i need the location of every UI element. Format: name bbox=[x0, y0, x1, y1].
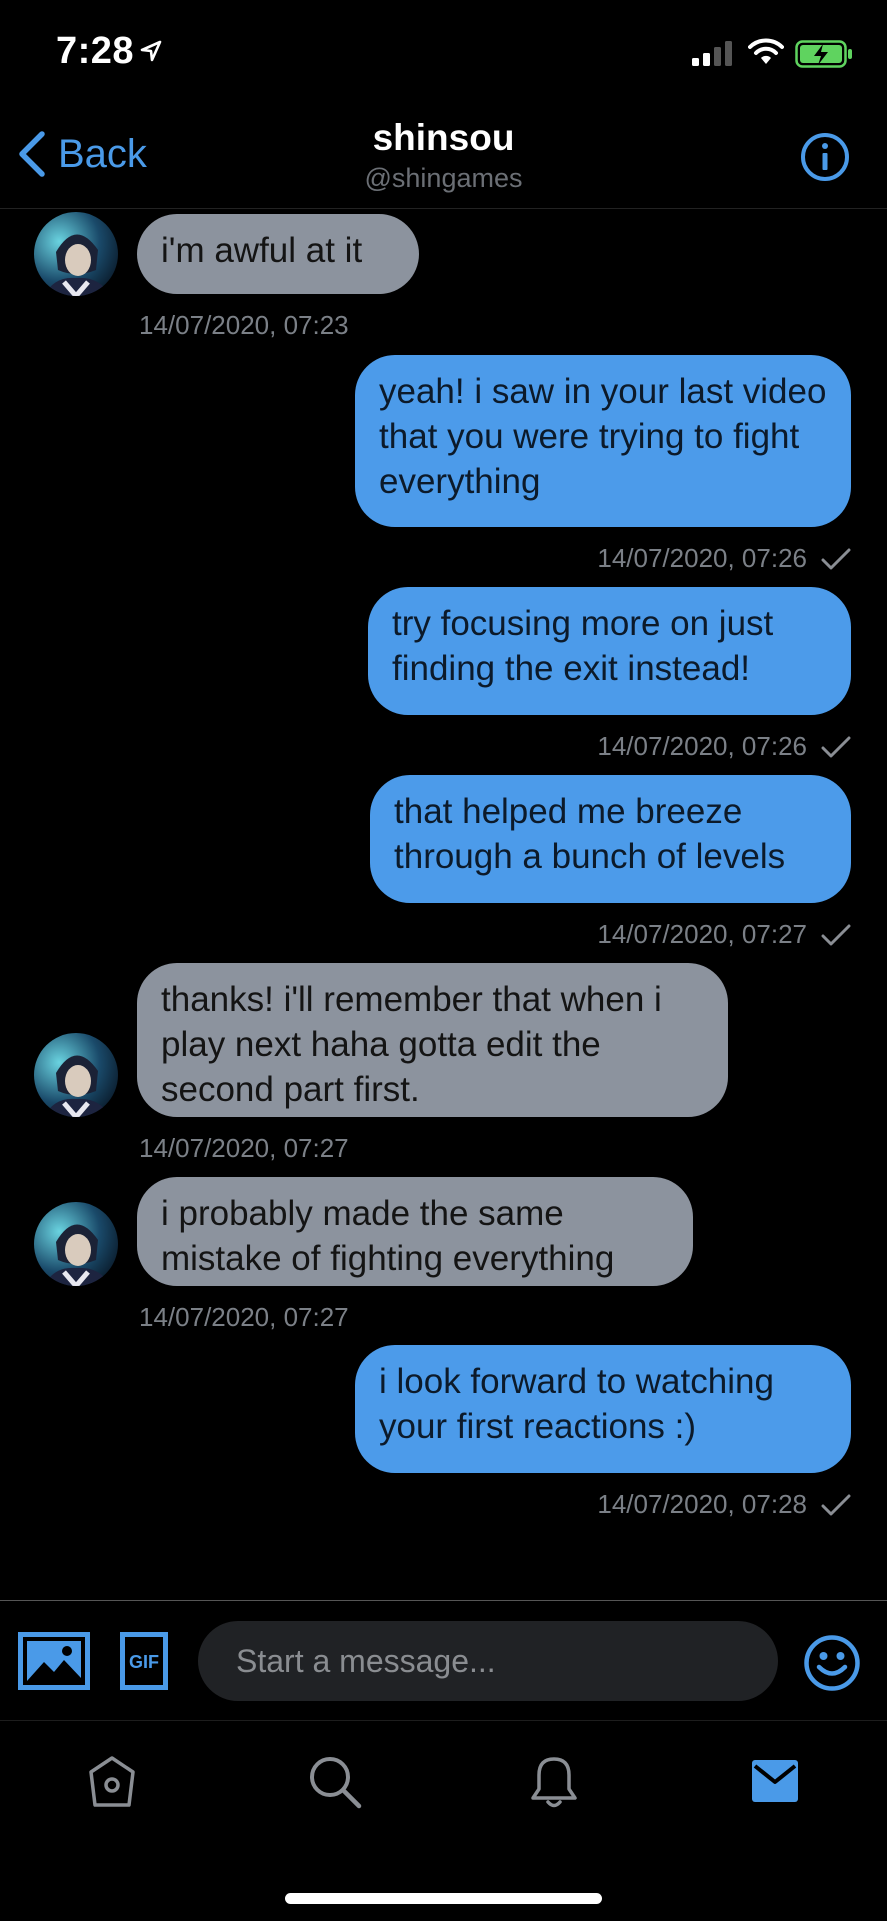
message-timestamp-row: 14/07/2020, 07:28 bbox=[597, 1489, 851, 1520]
checkmark-icon bbox=[821, 548, 851, 569]
message-timestamp: 14/07/2020, 07:26 bbox=[597, 731, 807, 761]
outgoing-message-bubble[interactable]: try focusing more on just finding the ex… bbox=[368, 587, 851, 715]
avatar[interactable] bbox=[34, 1202, 118, 1286]
message-timestamp: 14/07/2020, 07:27 bbox=[597, 919, 807, 949]
outgoing-message-bubble[interactable]: i look forward to watching your first re… bbox=[355, 1345, 851, 1473]
incoming-message-bubble[interactable]: thanks! i'll remember that when i play n… bbox=[137, 963, 728, 1117]
home-indicator[interactable] bbox=[285, 1893, 602, 1904]
search-icon[interactable] bbox=[308, 1755, 362, 1809]
message-timestamp-row: 14/07/2020, 07:26 bbox=[597, 731, 851, 762]
incoming-message-bubble[interactable]: i probably made the same mistake of figh… bbox=[137, 1177, 693, 1286]
avatar[interactable] bbox=[34, 1033, 118, 1117]
mail-icon[interactable] bbox=[752, 1760, 798, 1802]
message-timestamp: 14/07/2020, 07:27 bbox=[139, 1133, 349, 1163]
avatar[interactable] bbox=[34, 212, 118, 296]
message-timestamp: 14/07/2020, 07:26 bbox=[597, 543, 807, 573]
battery-charging-icon bbox=[795, 40, 852, 68]
emoji-icon[interactable] bbox=[803, 1634, 861, 1692]
wifi-icon bbox=[748, 38, 784, 64]
message-timestamp: 14/07/2020, 07:23 bbox=[139, 310, 349, 340]
checkmark-icon bbox=[821, 736, 851, 757]
avatar-image bbox=[34, 1202, 118, 1286]
message-timestamp-row: 14/07/2020, 07:27 bbox=[597, 919, 851, 950]
incoming-message-bubble[interactable]: i'm awful at it bbox=[137, 214, 419, 294]
message-input[interactable] bbox=[198, 1621, 778, 1701]
avatar-image bbox=[34, 212, 118, 296]
message-timestamp: 14/07/2020, 07:28 bbox=[597, 1489, 807, 1519]
info-icon[interactable] bbox=[799, 131, 851, 183]
status-time: 7:28 bbox=[56, 30, 135, 72]
conversation-handle: @shingames bbox=[364, 163, 523, 193]
home-icon[interactable] bbox=[87, 1755, 137, 1809]
message-timestamp-row: 14/07/2020, 07:26 bbox=[597, 543, 851, 574]
message-timestamp: 14/07/2020, 07:27 bbox=[139, 1302, 349, 1332]
avatar-image bbox=[34, 1033, 118, 1117]
gif-label: GIF bbox=[129, 1652, 159, 1672]
outgoing-message-bubble[interactable]: yeah! i saw in your last video that you … bbox=[355, 355, 851, 527]
outgoing-message-bubble[interactable]: that helped me breeze through a bunch of… bbox=[370, 775, 851, 903]
gif-icon[interactable]: GIF bbox=[120, 1632, 168, 1690]
checkmark-icon bbox=[821, 924, 851, 945]
location-arrow-icon bbox=[140, 40, 162, 62]
cellular-signal-icon bbox=[692, 41, 732, 66]
bell-icon[interactable] bbox=[530, 1755, 578, 1809]
image-icon[interactable] bbox=[18, 1632, 90, 1690]
checkmark-icon bbox=[821, 1494, 851, 1515]
conversation-title: shinsou bbox=[372, 117, 515, 158]
tab-bar bbox=[0, 1720, 887, 1921]
